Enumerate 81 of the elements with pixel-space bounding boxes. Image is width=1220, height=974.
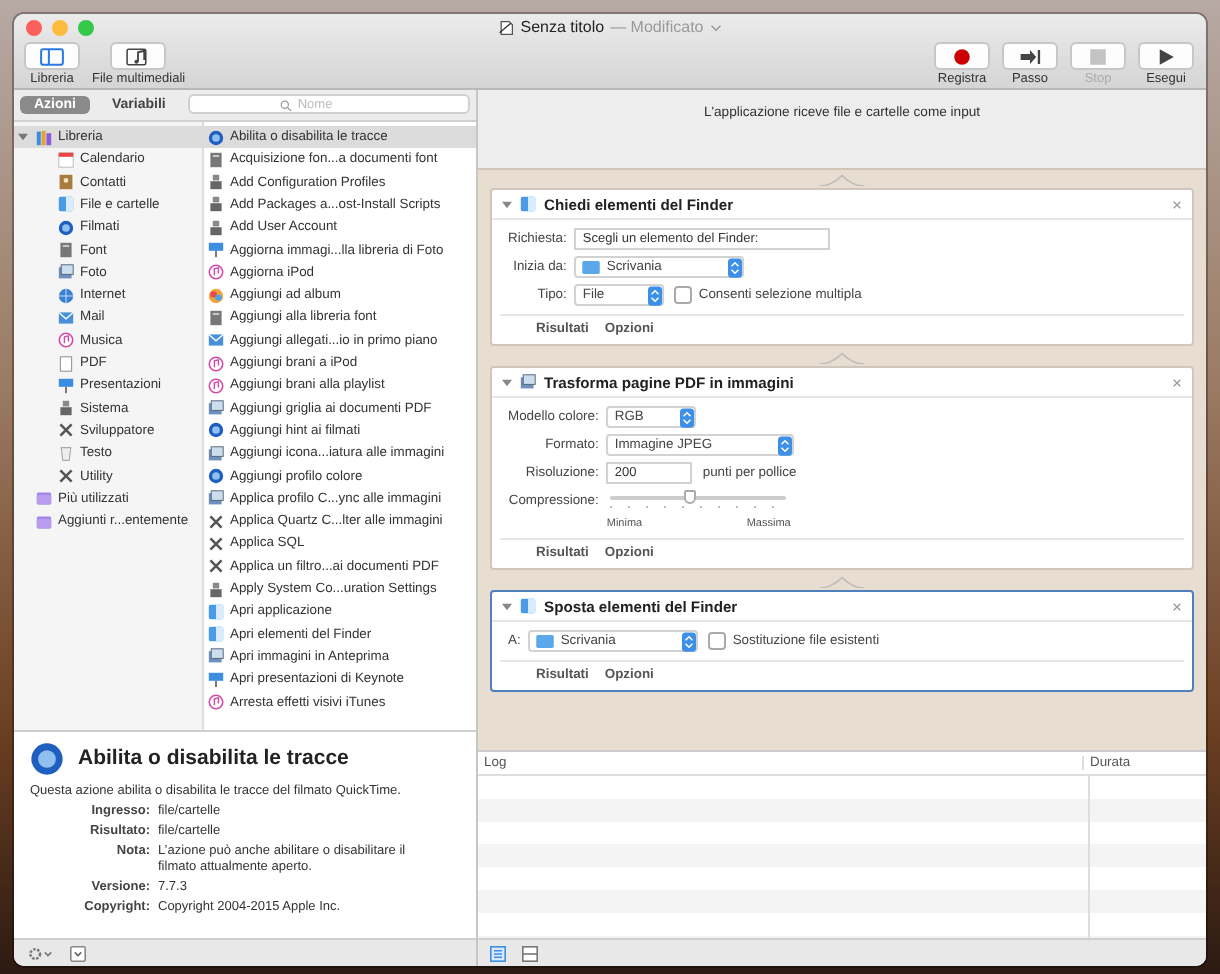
music-icon [208,264,224,281]
record-icon [948,45,976,67]
slider-thumb[interactable] [683,490,696,504]
finder-icon [520,196,536,212]
presentation-icon [208,671,224,688]
tools-icon [208,535,224,552]
folder-icon [536,634,555,648]
document-icon [498,19,515,35]
close-button[interactable] [26,20,42,36]
movie-icon [208,422,224,439]
collapse-icon[interactable] [70,945,86,962]
connector-icon [818,576,866,588]
finder-icon [58,196,74,213]
contacts-icon [58,174,74,191]
movie-icon [58,219,74,236]
folder-icon [582,260,601,274]
close-icon[interactable] [1172,199,1182,209]
music-icon [208,355,224,372]
connector-icon [818,174,866,186]
disclosure-icon[interactable] [502,199,512,209]
tools-icon [208,513,224,530]
split-view-icon[interactable] [522,945,538,961]
stepper-icon [682,631,697,651]
tools-icon [58,468,74,485]
disclosure-icon[interactable] [502,601,512,611]
mail-icon [58,309,74,326]
photo-icon [208,287,224,304]
robot-icon [208,219,224,236]
music-icon [208,694,224,710]
sidebar-icon [38,45,66,67]
document-icon [208,151,224,168]
close-icon[interactable] [1172,377,1182,387]
robot-icon [208,196,224,213]
preview-icon [208,445,224,462]
movie-icon [208,468,224,485]
action-title: Abilita o disabilita le tracce [78,746,349,771]
mail-icon [208,332,224,349]
page-icon [58,355,74,372]
robot-icon [208,581,224,598]
calendar-icon [58,151,74,168]
globe-icon [58,287,74,304]
stepper-icon [680,407,695,427]
library-icon [36,129,52,146]
preview-icon [520,374,536,390]
stepper-icon [778,435,793,455]
music-icon [208,377,224,394]
preview-icon [208,400,224,417]
list-view-icon[interactable] [490,945,506,961]
stop-icon [1084,45,1112,67]
window-title: Senza titolo [520,18,605,36]
search-icon [279,100,292,113]
music-icon [58,332,74,349]
robot-icon [208,174,224,191]
tools-icon [208,558,224,575]
music-note-icon [124,45,153,67]
step-icon [1016,45,1044,67]
tools-icon [58,422,74,439]
presentation-icon [58,377,74,394]
cup-icon [58,445,74,462]
preview-icon [58,264,74,281]
finder-icon [208,626,224,643]
robot-icon [58,400,74,417]
document-icon [58,242,74,259]
presentation-icon [208,242,224,259]
disclosure-icon[interactable] [502,377,512,387]
stepper-icon [728,257,743,277]
document-icon [208,309,224,326]
settings-icon[interactable] [26,945,54,962]
connector-icon [818,352,866,364]
disclosure-icon[interactable] [18,131,28,142]
zoom-button[interactable] [78,20,94,36]
close-icon[interactable] [1172,601,1182,611]
edited-status: — Modificato [610,18,704,36]
movie-icon [208,129,224,146]
preview-icon [208,490,224,507]
chevron-icon[interactable] [709,23,722,31]
movie-icon [30,741,64,776]
finder-icon [520,598,536,614]
finder-icon [208,603,224,620]
stepper-icon [648,285,663,305]
preview-icon [208,648,224,665]
